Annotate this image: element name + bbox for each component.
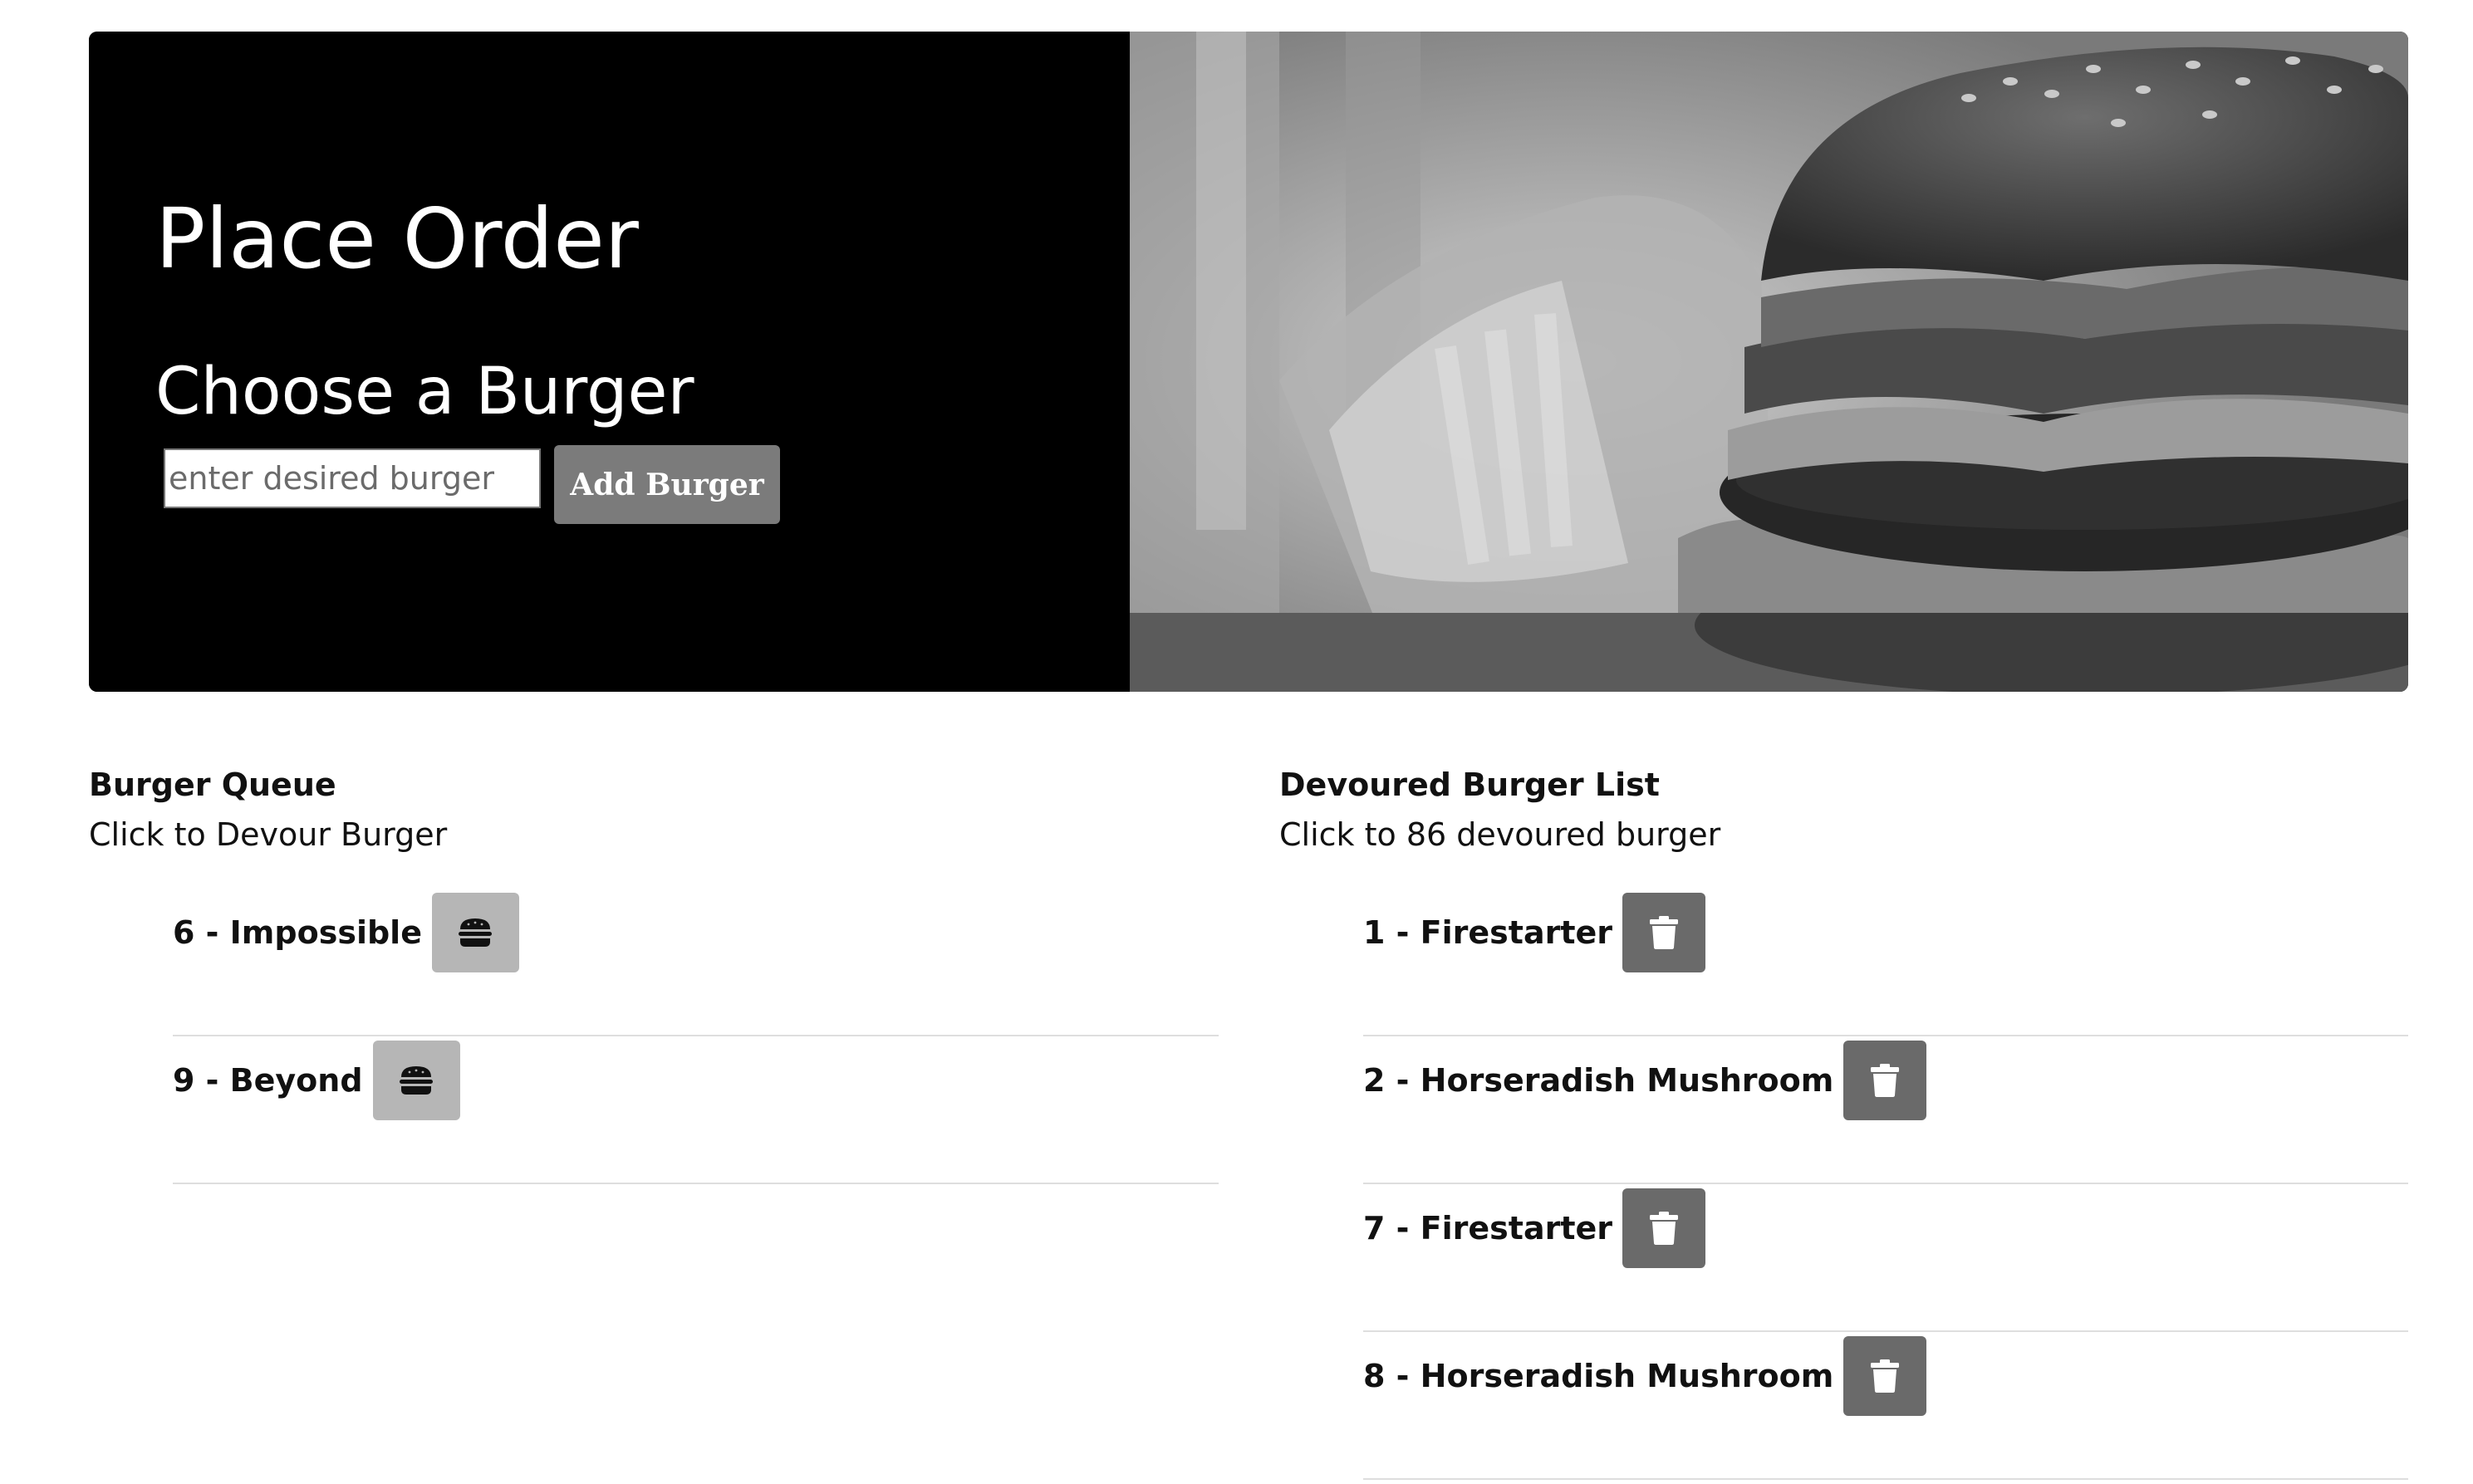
choose-burger-heading: Choose a Burger [155, 355, 694, 429]
burger-name: 9 - Beyond [173, 1062, 363, 1099]
add-burger-button[interactable]: Add Burger [554, 445, 780, 524]
hero-banner: Place Order Choose a Burger Add Burger [89, 32, 2408, 692]
page: Place Order Choose a Burger Add Burger [0, 0, 2473, 1484]
trash-icon [1870, 1063, 1900, 1098]
devoured-list-item: 1 - Firestarter [1363, 889, 2408, 1036]
trash-icon [1870, 1359, 1900, 1393]
burger-queue-section: Burger Queue Click to Devour Burger 6 - … [89, 764, 1219, 1184]
burger-icon [458, 917, 493, 948]
delete-button[interactable] [1622, 1188, 1706, 1268]
burger-name: 6 - Impossible [173, 914, 422, 951]
devoured-list-item: 7 - Firestarter [1363, 1184, 2408, 1332]
burger-name: 1 - Firestarter [1363, 914, 1613, 951]
burger-name: 7 - Firestarter [1363, 1210, 1613, 1246]
burger-name: 8 - Horseradish Mushroom [1363, 1358, 1834, 1394]
burger-icon [399, 1065, 434, 1096]
devour-button[interactable] [431, 893, 519, 972]
devoured-instructions: Click to 86 devoured burger [1279, 816, 1721, 853]
devoured-list: 1 - Firestarter 2 - Horseradish Mushroom… [1363, 889, 2408, 1480]
burger-name: 2 - Horseradish Mushroom [1363, 1062, 1834, 1099]
queue-list-item: 6 - Impossible [173, 889, 1219, 1036]
burger-name-input[interactable] [164, 448, 541, 508]
devoured-heading: Devoured Burger List [1279, 766, 1660, 803]
devoured-list-item: 8 - Horseradish Mushroom [1363, 1332, 2408, 1480]
devoured-list-section: Devoured Burger List Click to 86 devoure… [1279, 764, 2408, 1480]
trash-icon [1649, 1211, 1679, 1246]
delete-button[interactable] [1622, 893, 1706, 972]
delete-button[interactable] [1843, 1041, 1927, 1120]
queue-heading: Burger Queue [89, 766, 336, 803]
order-panel: Place Order Choose a Burger Add Burger [89, 32, 1130, 692]
devoured-list-item: 2 - Horseradish Mushroom [1363, 1036, 2408, 1184]
queue-instructions: Click to Devour Burger [89, 816, 448, 853]
page-title: Place Order [155, 190, 639, 287]
queue-list-item: 9 - Beyond [173, 1036, 1219, 1184]
delete-button[interactable] [1843, 1336, 1927, 1416]
queue-list: 6 - Impossible 9 - Beyond [173, 889, 1219, 1184]
trash-icon [1649, 915, 1679, 950]
devour-button[interactable] [372, 1041, 460, 1120]
burger-photo [1130, 32, 2408, 692]
